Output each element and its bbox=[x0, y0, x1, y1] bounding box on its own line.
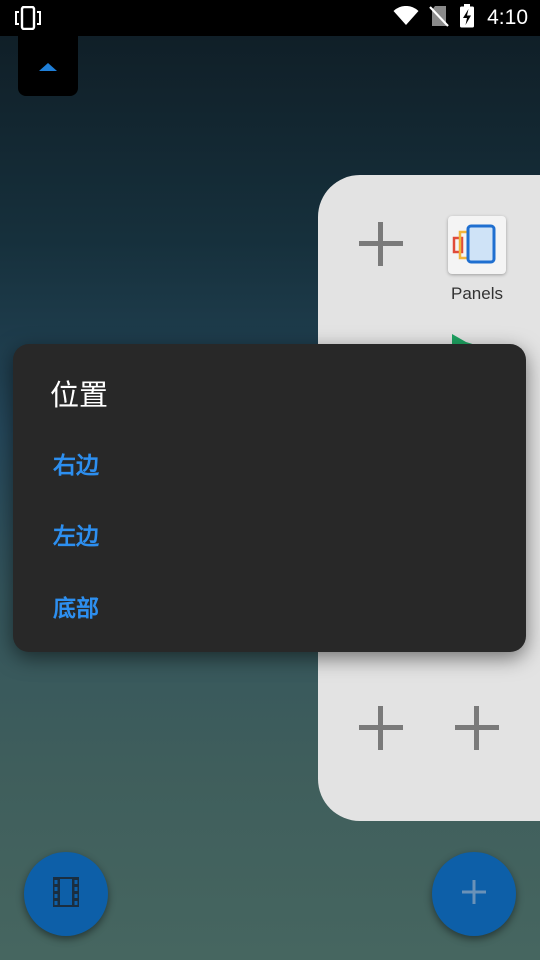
phone-rotate-icon bbox=[14, 5, 42, 34]
no-sim-icon bbox=[429, 5, 449, 31]
plus-icon[interactable] bbox=[359, 706, 403, 750]
plus-icon bbox=[462, 880, 486, 908]
battery-charging-icon bbox=[459, 4, 475, 32]
option-bottom[interactable]: 底部 bbox=[53, 589, 99, 623]
option-left[interactable]: 左边 bbox=[53, 517, 99, 551]
wifi-icon bbox=[393, 5, 419, 30]
status-bar: 4:10 bbox=[0, 0, 540, 36]
add-button[interactable] bbox=[432, 852, 516, 936]
caret-up-icon bbox=[38, 57, 58, 76]
dialog-title: 位置 bbox=[50, 378, 109, 412]
position-dialog: 位置 右边 左边 底部 bbox=[13, 344, 526, 652]
plus-icon[interactable] bbox=[359, 222, 403, 266]
film-icon bbox=[53, 877, 79, 911]
plus-icon[interactable] bbox=[455, 706, 499, 750]
status-icons: 4:10 bbox=[393, 0, 528, 36]
option-right[interactable]: 右边 bbox=[53, 446, 99, 480]
status-time: 4:10 bbox=[487, 6, 528, 29]
film-button[interactable] bbox=[24, 852, 108, 936]
screen: 4:10 Panels 位置 右边 左边 底部 bbox=[0, 0, 540, 960]
collapse-handle[interactable] bbox=[18, 36, 78, 96]
app-label-panels: Panels bbox=[451, 284, 503, 303]
panels-app-icon[interactable] bbox=[448, 216, 506, 274]
